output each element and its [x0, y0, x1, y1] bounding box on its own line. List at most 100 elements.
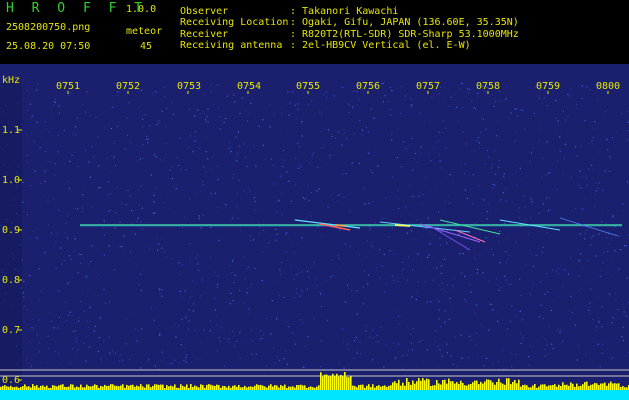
noise-dot [498, 325, 500, 327]
noise-dot [416, 292, 418, 294]
noise-dot [338, 257, 340, 259]
noise-dot [388, 101, 390, 103]
noise-dot [506, 328, 509, 330]
noise-dot [494, 97, 496, 99]
level-bar [288, 386, 290, 390]
noise-dot [547, 353, 549, 356]
level-bar [328, 376, 330, 390]
noise-dot [175, 188, 177, 190]
noise-dot [626, 110, 628, 112]
level-bar [576, 383, 578, 390]
noise-dot [359, 119, 361, 121]
noise-dot [411, 296, 413, 298]
noise-dot [578, 184, 580, 186]
level-bar [44, 386, 46, 390]
noise-dot [185, 357, 187, 359]
noise-dot [529, 293, 531, 295]
noise-dot [286, 232, 288, 234]
level-bar [570, 382, 572, 390]
noise-dot [218, 239, 220, 241]
noise-dot [359, 353, 362, 355]
noise-dot [165, 142, 167, 144]
noise-dot [131, 193, 133, 195]
noise-dot [30, 238, 32, 240]
noise-dot [254, 200, 256, 203]
noise-dot [348, 104, 350, 106]
noise-dot [485, 237, 487, 239]
noise-dot [88, 263, 90, 265]
noise-dot [136, 160, 138, 162]
level-bar [100, 385, 102, 390]
level-bar [60, 384, 62, 390]
noise-dot [34, 170, 36, 172]
noise-dot [163, 201, 165, 203]
noise-dot [476, 332, 478, 334]
level-bar [258, 385, 260, 390]
noise-dot [214, 192, 216, 194]
noise-dot [444, 310, 446, 312]
noise-dot [569, 95, 571, 97]
noise-dot [53, 199, 55, 201]
noise-dot [495, 228, 497, 230]
level-bar [598, 385, 600, 390]
level-bar [184, 386, 186, 390]
level-bar [490, 380, 492, 390]
noise-dot [515, 108, 517, 110]
noise-dot [380, 326, 382, 328]
level-bar [198, 387, 200, 390]
level-bar [320, 372, 322, 390]
noise-dot [77, 348, 79, 350]
noise-dot [64, 259, 66, 261]
level-bar [228, 385, 230, 390]
level-bar [266, 387, 268, 390]
level-bar [12, 387, 14, 390]
level-bar [38, 387, 40, 390]
level-bar [392, 382, 394, 390]
noise-dot [39, 147, 41, 149]
noise-dot [54, 98, 56, 100]
x-tick-label: 0756 [356, 81, 380, 92]
level-bar [254, 385, 256, 390]
noise-dot [444, 100, 446, 102]
noise-dot [470, 291, 472, 293]
noise-dot [307, 336, 309, 338]
noise-dot [185, 348, 187, 350]
noise-dot [109, 352, 111, 354]
noise-dot [68, 95, 70, 97]
noise-dot [365, 330, 367, 332]
noise-dot [76, 117, 78, 119]
noise-dot [348, 211, 350, 213]
noise-dot [158, 288, 160, 290]
noise-dot [81, 211, 83, 213]
receiver-value: : R820T2(RTL-SDR) SDR-Sharp 53.1000MHz [290, 29, 519, 40]
y-axis-unit: kHz [2, 75, 20, 86]
noise-dot [265, 365, 267, 367]
level-bar [314, 387, 316, 390]
noise-dot [216, 286, 218, 288]
noise-dot [602, 343, 604, 345]
noise-dot [496, 135, 498, 137]
noise-dot [239, 226, 241, 228]
noise-dot [590, 244, 592, 246]
noise-dot [286, 321, 288, 323]
noise-dot [213, 298, 216, 300]
noise-dot [196, 192, 198, 194]
level-bar [36, 385, 38, 390]
noise-dot [47, 200, 49, 202]
noise-dot [44, 150, 46, 152]
level-bar [202, 385, 204, 390]
noise-dot [307, 288, 309, 290]
noise-dot [23, 296, 25, 298]
noise-dot [425, 281, 427, 283]
spectrogram-plot: kHz 0751 0752 0753 0754 0755 0756 0757 0… [0, 64, 629, 400]
noise-dot [418, 195, 420, 197]
noise-dot [192, 151, 194, 153]
noise-dot [403, 141, 405, 143]
level-baseline [0, 390, 629, 400]
noise-dot [299, 295, 301, 297]
noise-dot [123, 235, 125, 237]
noise-dot [454, 108, 456, 110]
noise-dot [246, 165, 248, 167]
noise-dot [174, 359, 176, 361]
level-bar [168, 386, 170, 390]
